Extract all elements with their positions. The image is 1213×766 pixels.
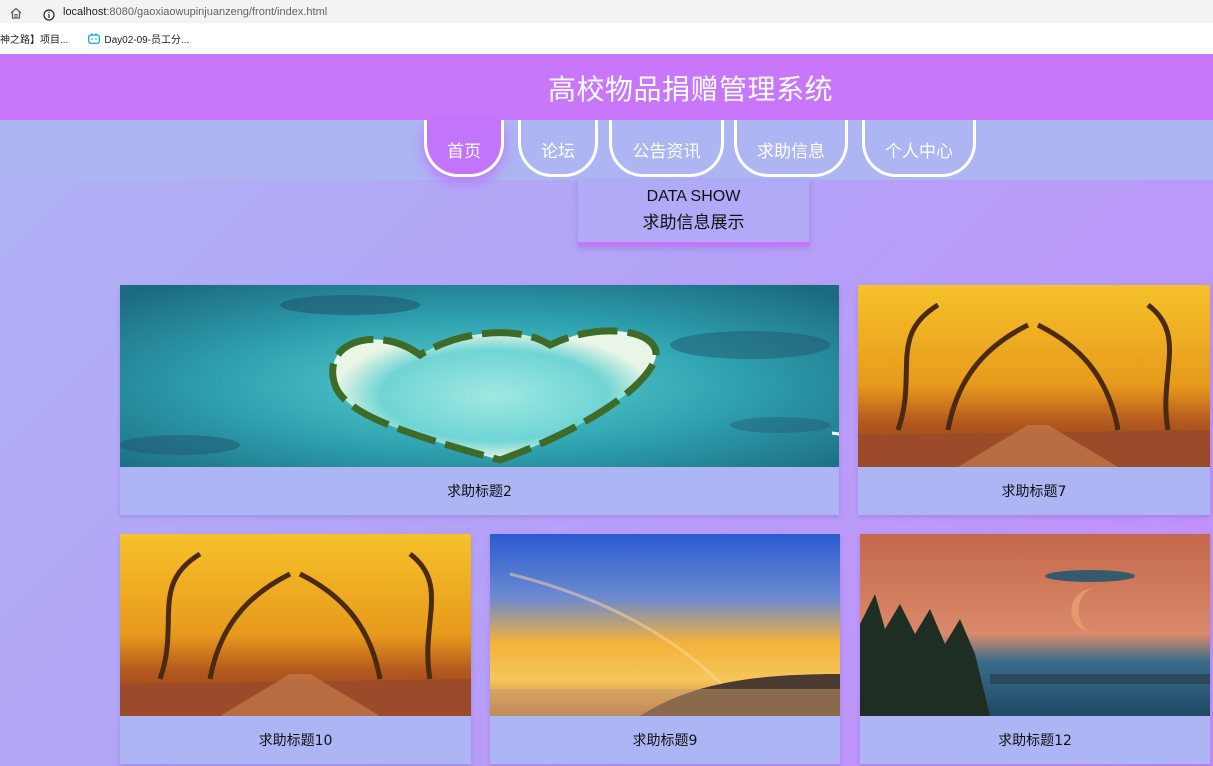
section-heading-en: DATA SHOW [646, 188, 741, 205]
section-heading-zh: 求助信息展示 [642, 213, 745, 233]
browser-address-bar: localhost:8080/gaoxiaowupinjuanzeng/fron… [0, 0, 1213, 23]
nav-bar [0, 120, 1213, 180]
help-card[interactable]: 求助标题2 [120, 285, 839, 515]
site-info-icon[interactable] [43, 6, 55, 21]
card-caption: 求助标题2 [447, 484, 512, 500]
app-page: 高校物品捐赠管理系统 首页 论坛 公告资讯 求助信息 个人中心 DATA SHO… [0, 54, 1213, 766]
moon-lake-forest-image[interactable] [860, 534, 1210, 716]
card-caption: 求助标题9 [632, 733, 698, 749]
bookmark-item[interactable]: 神之路】项目... [0, 31, 68, 46]
section-heading: DATA SHOW 求助信息展示 [578, 180, 809, 246]
bookmark-label: Day02-09-员工分... [104, 35, 190, 46]
bookmark-item[interactable]: Day02-09-员工分... [88, 31, 189, 46]
card-caption: 求助标题10 [258, 733, 333, 749]
card-caption: 求助标题7 [1001, 484, 1067, 500]
heart-island-image[interactable] [120, 285, 839, 467]
card-caption: 求助标题12 [998, 733, 1072, 749]
autumn-trees-image[interactable] [858, 285, 1210, 467]
url-field[interactable]: localhost:8080/gaoxiaowupinjuanzeng/fron… [63, 6, 327, 18]
help-card[interactable]: 求助标题10 [120, 534, 471, 764]
url-host: localhost [63, 5, 107, 18]
nav-item-user-center[interactable]: 个人中心 [862, 120, 976, 177]
site-header: 高校物品捐赠管理系统 [0, 54, 1213, 120]
bilibili-tv-icon [88, 33, 101, 44]
url-path: :8080/gaoxiaowupinjuanzeng/front/index.h… [106, 5, 328, 18]
help-card[interactable]: 求助标题12 [860, 534, 1210, 764]
site-title: 高校物品捐赠管理系统 [547, 73, 833, 106]
autumn-trees-image[interactable] [120, 534, 471, 716]
nav-item-home[interactable]: 首页 [424, 120, 504, 177]
nav-item-help-info[interactable]: 求助信息 [734, 120, 848, 177]
help-card[interactable]: 求助标题9 [490, 534, 840, 764]
help-card[interactable]: 求助标题7 [858, 285, 1210, 515]
nav-item-news[interactable]: 公告资讯 [609, 120, 724, 177]
home-icon[interactable] [9, 5, 23, 19]
nav-item-forum[interactable]: 论坛 [518, 120, 598, 177]
sunset-rainbow-sea-image[interactable] [490, 534, 840, 716]
bookmarks-bar: 神之路】项目... Day02-09-员工分... [0, 23, 1213, 54]
